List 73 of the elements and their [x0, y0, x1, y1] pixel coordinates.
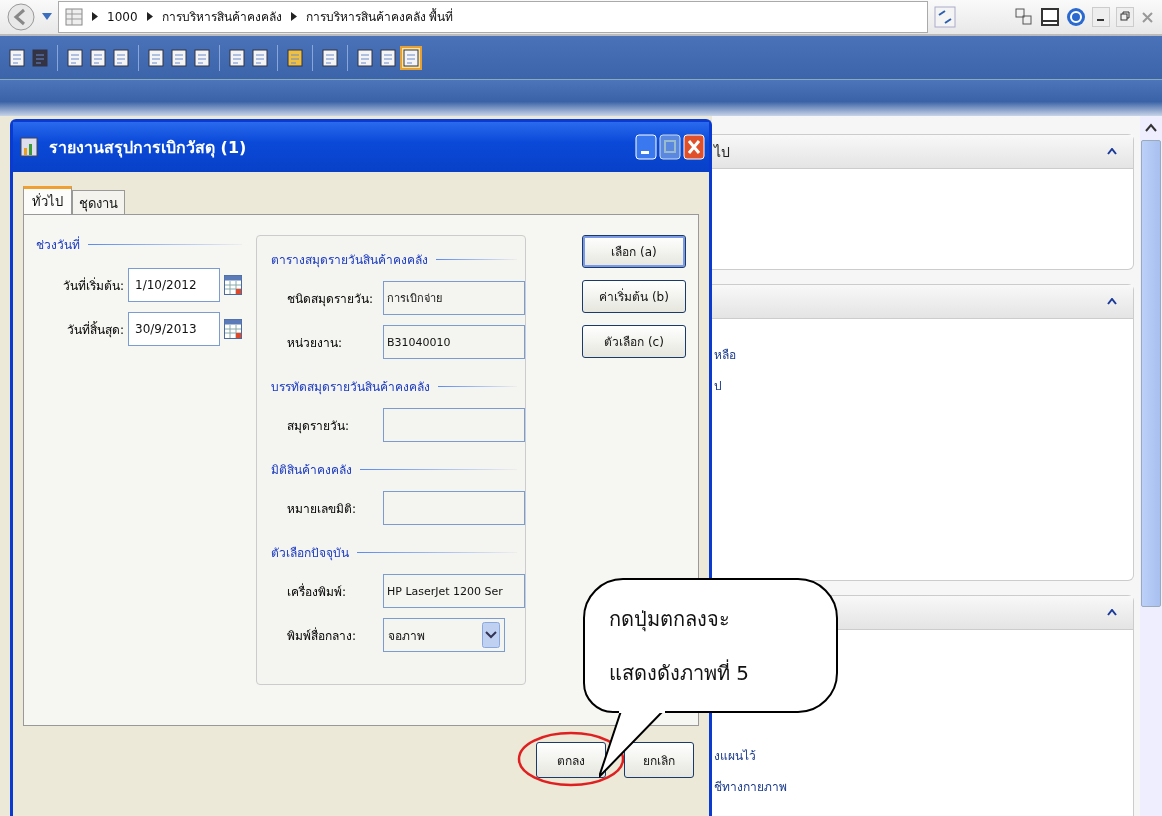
toolbar-icon[interactable] — [228, 47, 246, 68]
input-field[interactable]: การเบิกจ่าย — [383, 281, 525, 315]
action-button[interactable]: ค่าเริ่มต้น (b) — [582, 280, 686, 313]
field-label: เครื่องพิมพ์: — [286, 582, 348, 601]
window-icon[interactable] — [1040, 7, 1060, 27]
maximize-icon — [659, 134, 681, 160]
calendar-icon[interactable] — [224, 275, 242, 295]
field-label: สมุดรายวัน: — [286, 417, 351, 435]
panel-header[interactable]: ไป — [712, 135, 1133, 169]
panel-link[interactable]: งแผนไว้ — [714, 746, 1131, 765]
date-field[interactable]: 1/10/2012 — [128, 268, 220, 302]
group-title: ช่วงวันที่ — [36, 235, 80, 254]
callout-text: แสดงดังภาพที่ 5 — [609, 658, 751, 687]
toolbar-icon[interactable] — [286, 47, 304, 68]
scrollbar[interactable] — [1140, 116, 1162, 816]
chevron-icon — [290, 12, 297, 22]
close-icon[interactable] — [683, 134, 705, 160]
input-field[interactable] — [383, 491, 525, 525]
panel-link[interactable]: หลือ — [714, 345, 1131, 364]
minimize-icon[interactable] — [1092, 7, 1110, 27]
chevron-icon — [146, 12, 153, 22]
tab[interactable]: ทั่วไป — [23, 186, 72, 214]
date-field[interactable]: 30/9/2013 — [128, 312, 220, 346]
panel-link[interactable]: ชีทางกายภาพ — [714, 777, 1131, 796]
section-title: ตารางสมุดรายวันสินค้าคงคลัง — [271, 252, 428, 269]
field-label: หมายเลขมิติ: — [286, 500, 358, 518]
section-title: มิติสินค้าคงคลัง — [271, 462, 352, 479]
dropdown-icon[interactable] — [482, 622, 500, 648]
breadcrumb-item[interactable]: 1000 — [107, 10, 138, 24]
field-label: วันที่สิ้นสุด: — [66, 320, 124, 339]
field-label: หน่วยงาน: — [286, 334, 344, 352]
toolbar-icon[interactable] — [112, 47, 130, 68]
collapse-icon[interactable] — [1107, 609, 1117, 616]
dialog-button[interactable]: ยกเลิก — [624, 742, 694, 778]
toolbar-icon[interactable] — [66, 47, 84, 68]
section-title: ตัวเลือกปัจจุบัน — [271, 545, 349, 562]
toolbar-icon[interactable] — [8, 47, 26, 68]
panel-link[interactable]: ป — [714, 376, 1131, 395]
toolbar-icon[interactable] — [356, 47, 374, 68]
restore-icon[interactable] — [1116, 7, 1134, 27]
toolbar-icon[interactable] — [321, 47, 339, 68]
breadcrumb-item[interactable]: การบริหารสินค้าคงคลัง พื้นที่ — [305, 7, 454, 27]
field-label: พิมพ์สื่อกลาง: — [286, 626, 358, 645]
panel-title: ไป — [714, 142, 730, 162]
field-label: ชนิดสมุดรายวัน: — [286, 290, 375, 308]
input-field[interactable]: HP LaserJet 1200 Ser — [383, 574, 525, 608]
tab[interactable]: ชุดงาน — [72, 190, 125, 214]
callout-text: กดปุ่มตกลงจะ — [609, 605, 731, 634]
back-icon[interactable] — [6, 2, 36, 32]
dropdown[interactable]: จอภาพ — [383, 618, 505, 652]
field-label: วันที่เริ่มต้น: — [62, 276, 124, 295]
collapse-icon[interactable] — [1107, 148, 1117, 155]
action-button[interactable]: ตัวเลือก (c) — [582, 325, 686, 358]
calendar-icon[interactable] — [224, 319, 242, 339]
toolbar-icon[interactable] — [170, 47, 188, 68]
toolbar-icon[interactable] — [379, 47, 397, 68]
input-field[interactable] — [383, 408, 525, 442]
collapse-icon[interactable] — [1107, 298, 1117, 305]
toolbar-icon[interactable] — [193, 47, 211, 68]
report-icon — [19, 136, 41, 158]
dialog-button[interactable]: ตกลง — [536, 742, 606, 778]
input-field[interactable]: B31040010 — [383, 325, 525, 359]
layout-icon[interactable] — [1014, 7, 1034, 27]
toolbar-icon[interactable] — [251, 47, 269, 68]
action-button[interactable]: เลือก (a) — [582, 235, 686, 268]
scroll-thumb[interactable] — [1141, 140, 1161, 607]
toolbar-icon[interactable] — [147, 47, 165, 68]
breadcrumb-item[interactable]: การบริหารสินค้าคงคลัง — [161, 7, 282, 27]
toolbar-icon[interactable] — [89, 47, 107, 68]
section-title: บรรทัดสมุดรายวันสินค้าคงคลัง — [271, 379, 430, 396]
dropdown-icon[interactable] — [42, 13, 52, 21]
dialog-title: รายงานสรุปการเบิกวัสดุ (1) — [49, 136, 247, 160]
chevron-icon — [92, 12, 98, 22]
